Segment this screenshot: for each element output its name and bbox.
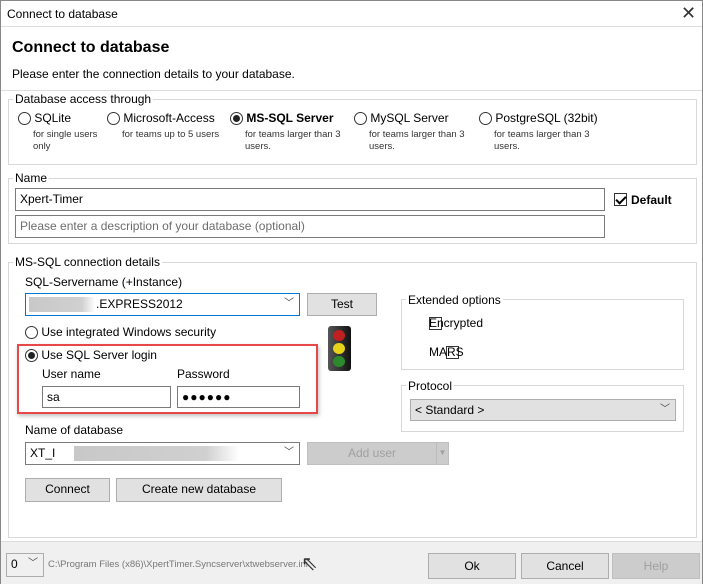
redacted-block xyxy=(74,446,239,461)
access-option-desc: for single users xyxy=(33,129,98,141)
servername-combo[interactable]: .EXPRESS2012 ﹀ xyxy=(25,293,300,316)
dbname-combo[interactable]: XT_I ﹀ xyxy=(25,442,300,465)
default-label: Default xyxy=(631,193,672,207)
access-option-label: Microsoft-Access xyxy=(123,111,215,125)
password-input[interactable]: ●●●●●● xyxy=(177,386,300,408)
username-input[interactable]: sa xyxy=(42,386,171,408)
access-option-3[interactable]: MySQL Server for teams larger than 3 use… xyxy=(354,111,465,153)
connect-button[interactable]: Connect xyxy=(25,478,110,502)
dbname-value: XT_I xyxy=(30,446,56,460)
radio-button[interactable] xyxy=(479,112,492,126)
username-label: User name xyxy=(42,367,101,381)
access-option-1[interactable]: Microsoft-Access for teams up to 5 users xyxy=(107,111,219,141)
chevron-down-icon: ﹀ xyxy=(284,447,294,458)
access-option-desc: users. xyxy=(494,141,520,153)
access-option-label: SQLite xyxy=(34,111,72,125)
chevron-down-icon: ﹀ xyxy=(660,404,670,415)
protocol-value: < Standard > xyxy=(415,403,485,417)
access-option-desc: for teams larger than 3 xyxy=(245,129,341,141)
page-subtitle: Please enter the connection details to y… xyxy=(12,67,295,81)
name-legend: Name xyxy=(13,171,50,185)
radio-button[interactable] xyxy=(18,112,31,126)
access-legend: Database access through xyxy=(13,92,154,106)
name-input[interactable]: Xpert-Timer xyxy=(15,188,605,211)
radio-button[interactable] xyxy=(230,112,243,126)
access-option-desc: for teams larger than 3 xyxy=(494,129,590,141)
radio-button[interactable] xyxy=(107,112,120,126)
window-title: Connect to database xyxy=(7,7,118,21)
protocol-legend: Protocol xyxy=(406,379,455,393)
access-option-label: MS-SQL Server xyxy=(246,111,334,125)
description-input[interactable]: Please enter a description of your datab… xyxy=(15,215,605,238)
ok-button[interactable]: Ok xyxy=(428,553,516,579)
default-checkbox[interactable] xyxy=(614,193,627,206)
divider xyxy=(1,90,702,91)
sql-login-label: Use SQL Server login xyxy=(41,348,157,362)
create-database-button[interactable]: Create new database xyxy=(116,478,282,502)
access-option-2[interactable]: MS-SQL Server for teams larger than 3 us… xyxy=(230,111,341,153)
cancel-button[interactable]: Cancel xyxy=(521,553,609,579)
encrypted-label: Encrypted xyxy=(429,316,484,330)
servername-label: SQL-Servername (+Instance) xyxy=(25,275,183,289)
access-option-4[interactable]: PostgreSQL (32bit) for teams larger than… xyxy=(479,111,598,153)
integrated-label: Use integrated Windows security xyxy=(41,325,217,339)
redacted-block xyxy=(29,297,95,312)
extended-legend: Extended options xyxy=(406,293,503,307)
integrated-radio[interactable]: Use integrated Windows security xyxy=(25,325,217,340)
mars-label: MARS xyxy=(429,345,464,359)
traffic-light-icon xyxy=(328,326,351,371)
extended-options-group xyxy=(401,299,684,370)
radio-button[interactable] xyxy=(354,112,367,126)
test-button[interactable]: Test xyxy=(307,293,377,316)
mssql-legend: MS-SQL connection details xyxy=(13,255,162,269)
access-option-desc: only xyxy=(33,141,51,153)
access-option-label: PostgreSQL (32bit) xyxy=(495,111,598,125)
help-button[interactable]: Help xyxy=(612,553,700,579)
mouse-cursor-icon: ⇖ xyxy=(301,553,318,575)
access-option-desc: for teams up to 5 users xyxy=(122,129,220,141)
servername-value: .EXPRESS2012 xyxy=(96,297,183,311)
protocol-select[interactable]: < Standard > ﹀ xyxy=(410,399,676,421)
sql-login-radio[interactable]: Use SQL Server login xyxy=(25,348,157,363)
add-user-label: Add user xyxy=(347,446,397,460)
index-value: 0 xyxy=(11,557,18,571)
title-bar: Connect to database ✕ xyxy=(1,1,702,27)
access-option-desc: users. xyxy=(245,141,271,153)
access-option-0[interactable]: SQLite for single users only xyxy=(18,111,97,153)
index-combo[interactable]: 0 ﹀ xyxy=(6,553,44,577)
dropdown-arrow-icon[interactable]: ▼ xyxy=(436,443,448,464)
access-option-desc: for teams larger than 3 xyxy=(369,129,465,141)
dbname-label: Name of database xyxy=(25,423,124,437)
chevron-down-icon: ﹀ xyxy=(284,298,294,309)
password-label: Password xyxy=(177,367,230,381)
add-user-button[interactable]: Add user ▼ xyxy=(307,442,449,465)
page-title: Connect to database xyxy=(12,39,170,56)
config-path: C:\Program Files (x86)\XpertTimer.Syncse… xyxy=(48,559,308,570)
close-icon[interactable]: ✕ xyxy=(681,3,696,24)
dialog-window: Connect to database ✕ Connect to databas… xyxy=(0,0,703,584)
access-option-label: MySQL Server xyxy=(370,111,449,125)
chevron-down-icon: ﹀ xyxy=(28,558,38,569)
access-option-desc: users. xyxy=(369,141,395,153)
